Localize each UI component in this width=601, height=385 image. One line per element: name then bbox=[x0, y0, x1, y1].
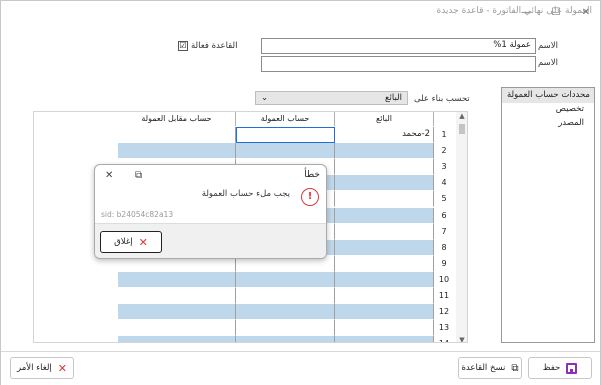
dialog-message: يجب ملء حساب العمولة bbox=[201, 189, 290, 199]
cell-counter-account[interactable] bbox=[118, 271, 236, 288]
active-rule-label: القاعدة فعالة bbox=[191, 41, 238, 51]
save-icon bbox=[566, 362, 578, 374]
row-number: 8 bbox=[441, 242, 447, 252]
cell-seller[interactable] bbox=[335, 288, 434, 304]
table-row[interactable]: 2 bbox=[34, 143, 454, 160]
app-window: — ☐ ✕ العمولة على نهائي الفاتورة - قاعدة… bbox=[0, 0, 601, 385]
cell-counter-account[interactable] bbox=[118, 336, 236, 342]
scroll-up-icon[interactable]: ▲ bbox=[456, 112, 467, 120]
latin-name-field[interactable] bbox=[261, 56, 536, 72]
cancel-label: إلغاء الأمر bbox=[17, 363, 52, 373]
list-header[interactable]: محددات حساب العمولة bbox=[502, 88, 594, 103]
cell-seller[interactable] bbox=[335, 159, 434, 176]
copy-rule-label: نسخ القاعدة bbox=[461, 363, 506, 373]
cell-seller[interactable] bbox=[335, 304, 434, 321]
column-header-counter-account[interactable]: حساب مقابل العمولة bbox=[118, 112, 236, 126]
cell-commission-account[interactable] bbox=[236, 127, 335, 143]
name-field[interactable]: عمولة 1% bbox=[261, 38, 536, 54]
calc-based-on-select[interactable]: البائع ⌄ bbox=[255, 91, 408, 105]
active-rule-checkbox[interactable]: ☑ bbox=[178, 41, 188, 51]
calc-based-on-label: تحسب بناء على bbox=[414, 94, 470, 104]
name-label: الاسم bbox=[538, 41, 558, 51]
save-button[interactable]: حفظ bbox=[528, 357, 592, 379]
cell-seller[interactable] bbox=[335, 320, 434, 337]
row-number: 13 bbox=[438, 323, 450, 333]
list-item-source[interactable]: المصدر bbox=[502, 117, 594, 131]
cancel-icon: ✕ bbox=[57, 361, 68, 375]
calc-based-on-value: البائع bbox=[385, 93, 402, 103]
cell-seller[interactable] bbox=[335, 223, 434, 240]
cell-counter-account[interactable] bbox=[118, 127, 236, 143]
cell-counter-account[interactable] bbox=[118, 320, 236, 337]
error-icon: ! bbox=[301, 188, 319, 206]
table-row[interactable]: 12 bbox=[34, 304, 454, 321]
row-number: 9 bbox=[441, 258, 447, 268]
column-header-seller[interactable]: البائع bbox=[335, 112, 434, 126]
table-row[interactable]: 10 bbox=[34, 271, 454, 288]
dialog-title: خطأ bbox=[304, 170, 320, 180]
cell-commission-account[interactable] bbox=[236, 320, 335, 337]
cell-commission-account[interactable] bbox=[236, 271, 335, 288]
title-bar: — ☐ ✕ العمولة على نهائي الفاتورة - قاعدة… bbox=[1, 1, 600, 23]
copy-icon[interactable]: ⧉ bbox=[135, 170, 142, 181]
row-number: 5 bbox=[441, 194, 447, 204]
row-number: 12 bbox=[438, 307, 450, 317]
window-title: العمولة على نهائي الفاتورة - قاعدة جديدة bbox=[436, 6, 592, 16]
cell-seller[interactable] bbox=[335, 271, 434, 288]
save-label: حفظ bbox=[542, 363, 561, 373]
scroll-down-icon[interactable]: ▼ bbox=[456, 336, 467, 342]
cell-seller[interactable] bbox=[335, 175, 434, 192]
row-number: 1 bbox=[441, 130, 447, 139]
row-number: 10 bbox=[438, 274, 450, 284]
row-number: 3 bbox=[441, 162, 447, 172]
close-icon: ✕ bbox=[138, 235, 148, 249]
list-item-customization[interactable]: تخصيص bbox=[502, 103, 594, 117]
dialog-sid: sid: b24054c82a13 bbox=[101, 210, 174, 219]
active-rule-toggle[interactable]: القاعدة فعالة ☑ bbox=[178, 41, 237, 51]
table-row[interactable]: 11 bbox=[34, 288, 454, 304]
row-number: 14 bbox=[434, 336, 454, 342]
cell-seller[interactable] bbox=[335, 255, 434, 272]
row-number: 6 bbox=[441, 210, 447, 220]
cell-counter-account[interactable] bbox=[118, 143, 236, 160]
row-number: 11 bbox=[438, 291, 450, 300]
row-number: 4 bbox=[441, 178, 447, 188]
dialog-close-label: إغلاق bbox=[114, 237, 133, 247]
dialog-close-button[interactable]: ✕ إغلاق bbox=[100, 231, 162, 253]
cell-commission-account[interactable] bbox=[236, 336, 335, 342]
cell-commission-account[interactable] bbox=[236, 304, 335, 321]
cell-commission-account[interactable] bbox=[236, 288, 335, 304]
cell-commission-account[interactable] bbox=[236, 143, 335, 160]
cell-seller[interactable] bbox=[335, 207, 434, 224]
cell-seller[interactable] bbox=[335, 143, 434, 160]
error-dialog: خطأ ⧉ ✕ ! يجب ملء حساب العمولة sid: b240… bbox=[94, 164, 327, 259]
table-row[interactable]: 2-محمد 1 bbox=[34, 127, 454, 143]
cell-seller[interactable] bbox=[335, 336, 434, 342]
grid-scrollbar[interactable]: ▲ ▼ bbox=[456, 112, 467, 342]
cancel-button[interactable]: ✕ إلغاء الأمر bbox=[10, 357, 74, 379]
copy-rule-icon: ⧉ bbox=[511, 362, 519, 374]
cell-seller[interactable] bbox=[335, 239, 434, 256]
commission-determinants-list: محددات حساب العمولة تخصيص المصدر bbox=[501, 87, 595, 343]
dialog-footer: ✕ إغلاق bbox=[95, 223, 326, 258]
dismiss-icon[interactable]: ✕ bbox=[105, 170, 113, 181]
row-number: 7 bbox=[441, 226, 447, 236]
row-number: 2 bbox=[441, 146, 447, 156]
copy-rule-button[interactable]: ⧉ نسخ القاعدة bbox=[458, 357, 522, 379]
cell-seller[interactable]: 2-محمد bbox=[335, 127, 434, 143]
chevron-down-icon: ⌄ bbox=[261, 93, 269, 103]
cell-counter-account[interactable] bbox=[118, 288, 236, 304]
column-header-commission-account[interactable]: حساب العمولة bbox=[236, 112, 335, 126]
table-row[interactable]: 13 bbox=[34, 320, 454, 337]
bottom-bar: حفظ ⧉ نسخ القاعدة ✕ إلغاء الأمر bbox=[1, 351, 600, 385]
cell-counter-account[interactable] bbox=[118, 304, 236, 321]
table-row[interactable]: 14 bbox=[34, 336, 454, 342]
cell-seller[interactable] bbox=[335, 191, 434, 208]
scroll-thumb[interactable] bbox=[459, 124, 465, 134]
